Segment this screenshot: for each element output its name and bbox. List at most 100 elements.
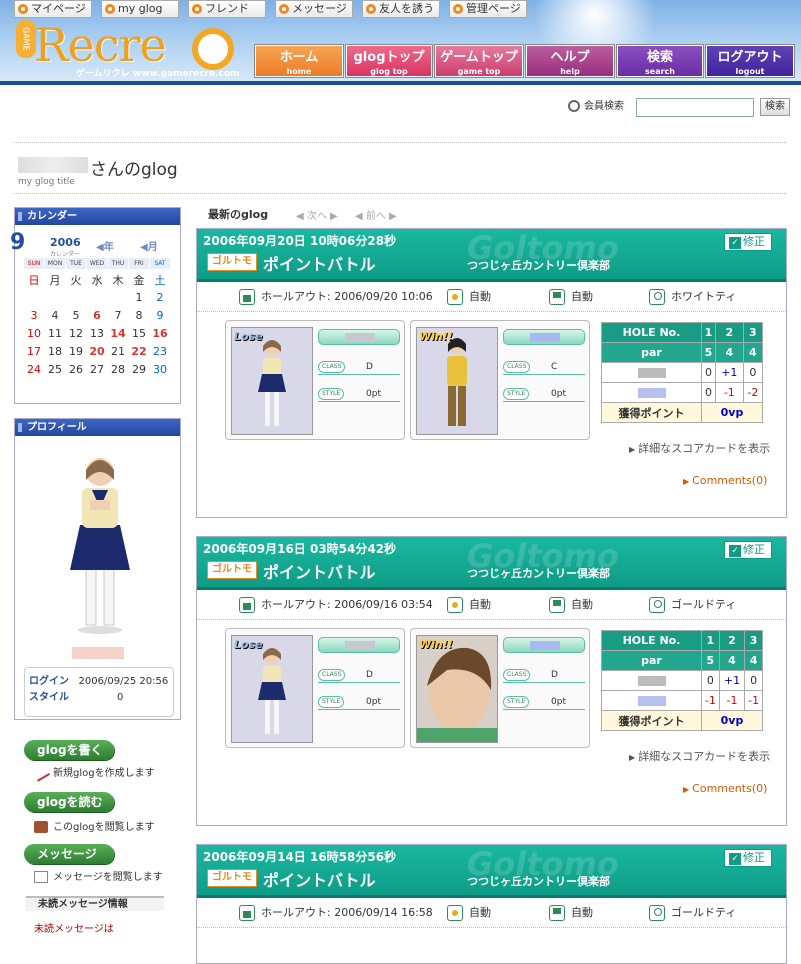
hole-number: 3 [742, 322, 764, 343]
nav-game-top[interactable]: ゲームトップ game top [435, 45, 523, 77]
player2-redacted [637, 388, 666, 398]
prev-page-link[interactable]: ◀ 前へ ▶ [355, 207, 397, 222]
mode1-text: 自動 [469, 906, 491, 919]
calendar-day[interactable]: 18 [45, 343, 65, 360]
house-icon [239, 905, 255, 921]
player2-score: -2 [742, 382, 764, 403]
calendar-day[interactable]: 15 [129, 325, 149, 342]
calendar-prev-month[interactable]: ◀月 [140, 238, 158, 253]
calendar-day[interactable]: 9 [150, 307, 170, 324]
subnav-myglog[interactable]: my glog [101, 0, 179, 18]
calendar-day[interactable]: 23 [150, 343, 170, 360]
tee-info: ゴールドティ [649, 597, 736, 613]
login-label: ログイン [29, 676, 69, 687]
calendar-day[interactable]: 22 [129, 343, 149, 360]
tee-text: ホワイトティ [671, 290, 737, 303]
post-header: Goltomo 2006年09月20日 10時06分28秒 ゴルトモ ポイントバトルつ… [197, 229, 786, 282]
calendar-day[interactable]: 1 [129, 289, 149, 306]
mode2-info: 自動 [549, 905, 593, 921]
next-page-link[interactable]: ◀ 次へ ▶ [296, 207, 338, 222]
calendar-day[interactable]: 29 [129, 361, 149, 378]
calendar-prev-year[interactable]: ◀年 [96, 238, 114, 253]
class-value: C [551, 362, 558, 372]
post-date: 2006年09月16日 03時54分42秒 [203, 542, 397, 556]
message-link[interactable]: メッセージを閲覧します [34, 870, 163, 885]
write-glog-link[interactable]: 新規glogを作成します [31, 764, 155, 782]
write-glog-button[interactable]: glogを書く [24, 740, 114, 760]
winner-card[interactable]: Win!! CLASS D STYLE 0pt [410, 628, 590, 748]
read-glog-link[interactable]: このglogを閲覧します [34, 820, 155, 835]
calendar-day[interactable]: 30 [150, 361, 170, 378]
calendar-day[interactable]: 3 [24, 307, 44, 324]
nav-glog-top-sub: glog top [370, 67, 408, 76]
unread-item[interactable]: 未読メッセージは [34, 920, 114, 934]
calendar-day[interactable]: 26 [66, 361, 86, 378]
post-header: Goltomo 2006年09月14日 16時58分56秒 ゴルトモ ポイントバトルつ… [197, 845, 786, 898]
nav-glog-top[interactable]: glogトップ glog top [346, 45, 432, 77]
weekday-jp: 月 [49, 274, 61, 287]
post-body: Lose CLASS D STYLE 0pt Win!! CLASS D STYLE 0pt HOL… [197, 620, 786, 795]
calendar-day[interactable]: 27 [87, 361, 107, 378]
calendar-month: 9 [10, 230, 26, 255]
par-value: 4 [718, 650, 746, 671]
winner-card[interactable]: Win!! CLASS C STYLE 0pt [410, 320, 590, 440]
subnav-friend[interactable]: フレンド [188, 0, 266, 18]
comments-link[interactable]: Comments(0) [683, 474, 767, 487]
calendar-day[interactable]: 6 [87, 307, 107, 324]
edit-button[interactable]: ✓ 修正 [724, 233, 772, 251]
calendar-day[interactable]: 19 [66, 343, 86, 360]
loser-card[interactable]: Lose CLASS D STYLE 0pt [225, 628, 405, 748]
site-logo[interactable]: GAME Recre ゲームリクレ www.gamerecre.com [16, 8, 246, 80]
detail-scorecard-link[interactable]: 詳細なスコアカードを表示 [629, 748, 770, 764]
edit-label: 修正 [743, 543, 765, 556]
calendar-day[interactable]: 12 [66, 325, 86, 342]
calendar-day[interactable]: 10 [24, 325, 44, 342]
profile-avatar[interactable] [20, 440, 180, 640]
calendar-day[interactable]: 16 [150, 325, 170, 342]
calendar-day[interactable]: 8 [129, 307, 149, 324]
calendar-day[interactable]: 5 [66, 307, 86, 324]
player1-redacted [637, 676, 666, 686]
read-glog-button[interactable]: glogを読む [24, 792, 114, 812]
calendar-day[interactable]: 28 [108, 361, 128, 378]
logo-text: Recre [34, 18, 167, 72]
calendar-day[interactable]: 2 [150, 289, 170, 306]
member-search-label: 会員検索 [568, 98, 624, 118]
calendar-day[interactable]: 17 [24, 343, 44, 360]
nav-help[interactable]: ヘルプ help [526, 45, 614, 77]
goltomo-logo: ゴルトモ [207, 561, 257, 579]
calendar-day[interactable]: 24 [24, 361, 44, 378]
edit-button[interactable]: ✓ 修正 [724, 541, 772, 559]
subnav-mypage[interactable]: マイページ [14, 0, 92, 18]
nav-home[interactable]: ホーム home [255, 45, 343, 77]
calendar-day[interactable]: 20 [87, 343, 107, 360]
calendar-day[interactable]: 14 [108, 325, 128, 342]
subnav-admin[interactable]: 管理ページ [449, 0, 527, 18]
edit-button[interactable]: ✓ 修正 [724, 849, 772, 867]
member-search-input[interactable] [636, 98, 754, 117]
post-type: ポイントバトル [263, 871, 376, 890]
detail-scorecard-link[interactable]: 詳細なスコアカードを表示 [629, 440, 770, 456]
calendar-day[interactable]: 7 [108, 307, 128, 324]
calendar-day[interactable]: 21 [108, 343, 128, 360]
comments-link[interactable]: Comments(0) [683, 782, 767, 795]
calendar-day[interactable]: 4 [45, 307, 65, 324]
nav-logout-label: ログアウト [717, 50, 783, 65]
subnav-message[interactable]: メッセージ [275, 0, 353, 18]
calendar-day[interactable]: 13 [87, 325, 107, 342]
latest-glog-heading: 最新のglog [208, 208, 269, 221]
nav-logout[interactable]: ログアウト logout [706, 45, 794, 77]
calendar-day[interactable]: 25 [45, 361, 65, 378]
calendar-day[interactable]: 11 [45, 325, 65, 342]
player2-score: -1 [714, 382, 744, 403]
loser-card[interactable]: Lose CLASS D STYLE 0pt [225, 320, 405, 440]
post-date: 2006年09月14日 16時58分56秒 [203, 850, 397, 864]
glog-post: Goltomo 2006年09月16日 03時54分42秒 ゴルトモ ポイントバトルつ… [196, 536, 787, 826]
weekday-header: MON [45, 258, 65, 269]
player2-score: -1 [718, 690, 746, 711]
divider [14, 142, 787, 143]
member-search-button[interactable]: 検索 [760, 98, 790, 116]
message-button[interactable]: メッセージ [24, 844, 114, 864]
nav-search[interactable]: 検索 search [617, 45, 703, 77]
subnav-invite[interactable]: 友人を誘う [362, 0, 440, 18]
